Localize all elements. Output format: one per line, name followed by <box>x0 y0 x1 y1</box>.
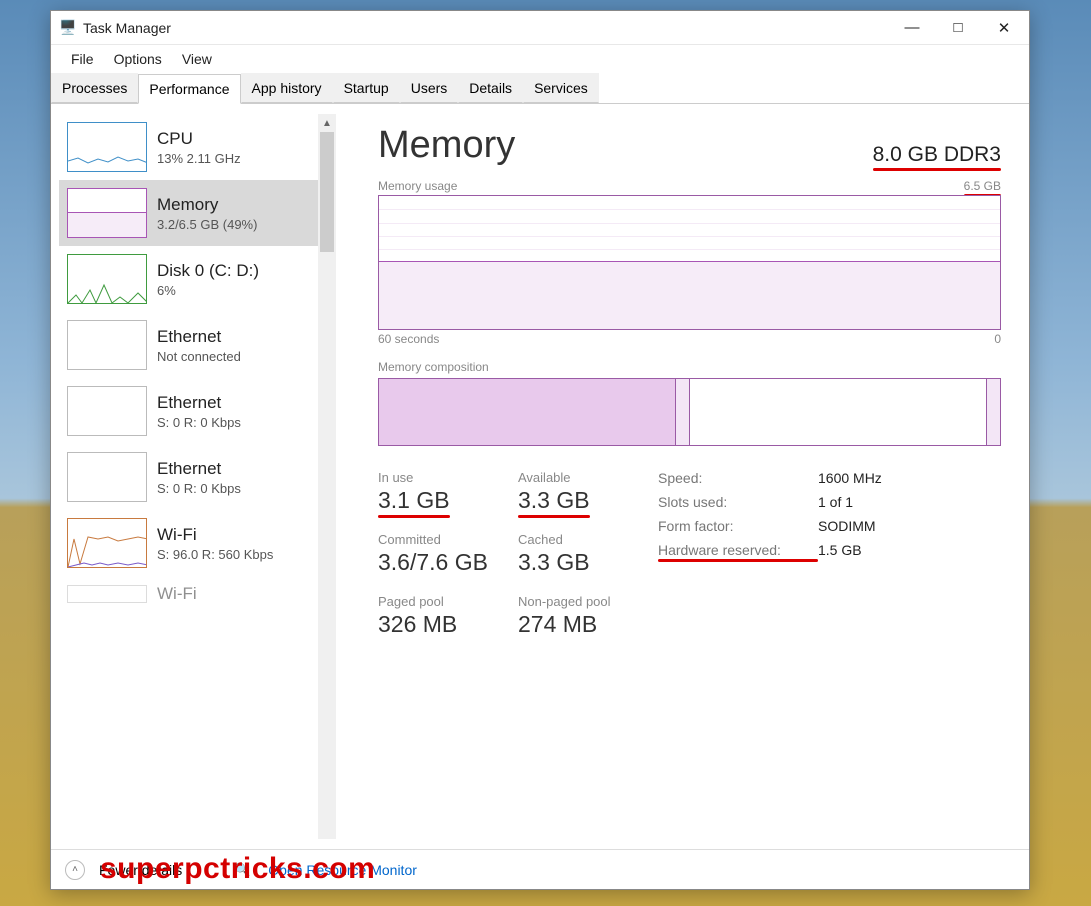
speed-label: Speed: <box>658 470 818 486</box>
cached-label: Cached <box>518 532 658 547</box>
cached-value: 3.3 GB <box>518 549 590 576</box>
chart-max: 6.5 GB <box>964 179 1001 193</box>
menu-options[interactable]: Options <box>104 48 172 70</box>
nonpaged-value: 274 MB <box>518 611 597 638</box>
menu-file[interactable]: File <box>61 48 104 70</box>
inuse-value: 3.1 GB <box>378 487 450 514</box>
eth1-thumb <box>67 386 147 436</box>
paged-label: Paged pool <box>378 594 518 609</box>
sidebar-scrollbar[interactable]: ▲ <box>318 114 336 839</box>
task-manager-window: 🖥️ Task Manager — □ ✕ File Options View … <box>50 10 1030 890</box>
tab-performance[interactable]: Performance <box>138 74 240 104</box>
committed-value: 3.6/7.6 GB <box>378 549 488 576</box>
memory-usage-chart <box>378 195 1001 330</box>
watermark: superpctricks.com <box>100 852 375 886</box>
tabstrip: Processes Performance App history Startu… <box>51 73 1029 104</box>
sidebar-item-eth1[interactable]: Ethernet S: 0 R: 0 Kbps <box>59 378 336 444</box>
minimize-button[interactable]: — <box>889 11 935 45</box>
sidebar-item-wifi[interactable]: Wi-Fi S: 96.0 R: 560 Kbps <box>59 510 336 576</box>
speed-value: 1600 MHz <box>818 470 882 486</box>
disk-sub: 6% <box>157 283 259 298</box>
cpu-sub: 13% 2.11 GHz <box>157 151 241 166</box>
slots-label: Slots used: <box>658 494 818 510</box>
eth1-sub: S: 0 R: 0 Kbps <box>157 415 241 430</box>
composition-label: Memory composition <box>378 360 1001 374</box>
disk-name: Disk 0 (C: D:) <box>157 261 259 281</box>
wifi2-thumb <box>67 585 147 603</box>
eth0-sub: Not connected <box>157 349 241 364</box>
sidebar-item-cpu[interactable]: CPU 13% 2.11 GHz <box>59 114 336 180</box>
window-title: Task Manager <box>83 20 171 36</box>
cpu-name: CPU <box>157 129 241 149</box>
taskmgr-icon: 🖥️ <box>59 19 77 37</box>
form-value: SODIMM <box>818 518 876 534</box>
avail-value: 3.3 GB <box>518 487 590 514</box>
comp-standby <box>690 379 987 445</box>
cpu-thumb <box>67 122 147 172</box>
axis-left: 60 seconds <box>378 332 439 346</box>
tab-services[interactable]: Services <box>523 73 599 103</box>
titlebar[interactable]: 🖥️ Task Manager — □ ✕ <box>51 11 1029 45</box>
mem-name: Memory <box>157 195 257 215</box>
scroll-up-icon[interactable]: ▲ <box>318 114 336 132</box>
tab-processes[interactable]: Processes <box>51 73 138 103</box>
sidebar-item-eth0[interactable]: Ethernet Not connected <box>59 312 336 378</box>
wifi-thumb <box>67 518 147 568</box>
eth1-name: Ethernet <box>157 393 241 413</box>
close-button[interactable]: ✕ <box>981 11 1027 45</box>
sidebar-item-eth2[interactable]: Ethernet S: 0 R: 0 Kbps <box>59 444 336 510</box>
sidebar-item-wifi2[interactable]: Wi-Fi <box>59 576 336 612</box>
composition-bar <box>378 378 1001 446</box>
eth0-name: Ethernet <box>157 327 241 347</box>
reserved-value: 1.5 GB <box>818 542 862 558</box>
slots-value: 1 of 1 <box>818 494 853 510</box>
eth2-sub: S: 0 R: 0 Kbps <box>157 481 241 496</box>
tab-startup[interactable]: Startup <box>333 73 400 103</box>
mem-sub: 3.2/6.5 GB (49%) <box>157 217 257 232</box>
wifi2-name: Wi-Fi <box>157 584 197 604</box>
wifi-sub: S: 96.0 R: 560 Kbps <box>157 547 273 562</box>
paged-value: 326 MB <box>378 611 457 638</box>
form-label: Form factor: <box>658 518 818 534</box>
sidebar-item-disk0[interactable]: Disk 0 (C: D:) 6% <box>59 246 336 312</box>
sidebar: CPU 13% 2.11 GHz Memory 3.2/6.5 GB (49%)… <box>51 104 336 849</box>
comp-modified <box>676 379 690 445</box>
wifi-name: Wi-Fi <box>157 525 273 545</box>
chevron-up-icon[interactable]: ˄ <box>65 860 85 880</box>
axis-right: 0 <box>994 332 1001 346</box>
mem-capacity: 8.0 GB DDR3 <box>873 143 1001 167</box>
main-pane: Memory 8.0 GB DDR3 Memory usage 6.5 GB <box>336 104 1029 849</box>
tab-users[interactable]: Users <box>400 73 459 103</box>
page-title: Memory <box>378 124 515 167</box>
menubar: File Options View <box>51 45 1029 73</box>
comp-inuse <box>379 379 676 445</box>
chart-label: Memory usage <box>378 179 457 193</box>
avail-label: Available <box>518 470 658 485</box>
scrollbar-thumb[interactable] <box>320 132 334 252</box>
tab-apphistory[interactable]: App history <box>241 73 333 103</box>
eth2-name: Ethernet <box>157 459 241 479</box>
menu-view[interactable]: View <box>172 48 222 70</box>
comp-free <box>987 379 1000 445</box>
content-area: CPU 13% 2.11 GHz Memory 3.2/6.5 GB (49%)… <box>51 104 1029 849</box>
disk-thumb <box>67 254 147 304</box>
maximize-button[interactable]: □ <box>935 11 981 45</box>
committed-label: Committed <box>378 532 518 547</box>
tab-details[interactable]: Details <box>458 73 523 103</box>
reserved-label: Hardware reserved: <box>658 542 818 558</box>
nonpaged-label: Non-paged pool <box>518 594 658 609</box>
mem-thumb <box>67 188 147 238</box>
inuse-label: In use <box>378 470 518 485</box>
sidebar-item-memory[interactable]: Memory 3.2/6.5 GB (49%) <box>59 180 336 246</box>
eth0-thumb <box>67 320 147 370</box>
eth2-thumb <box>67 452 147 502</box>
